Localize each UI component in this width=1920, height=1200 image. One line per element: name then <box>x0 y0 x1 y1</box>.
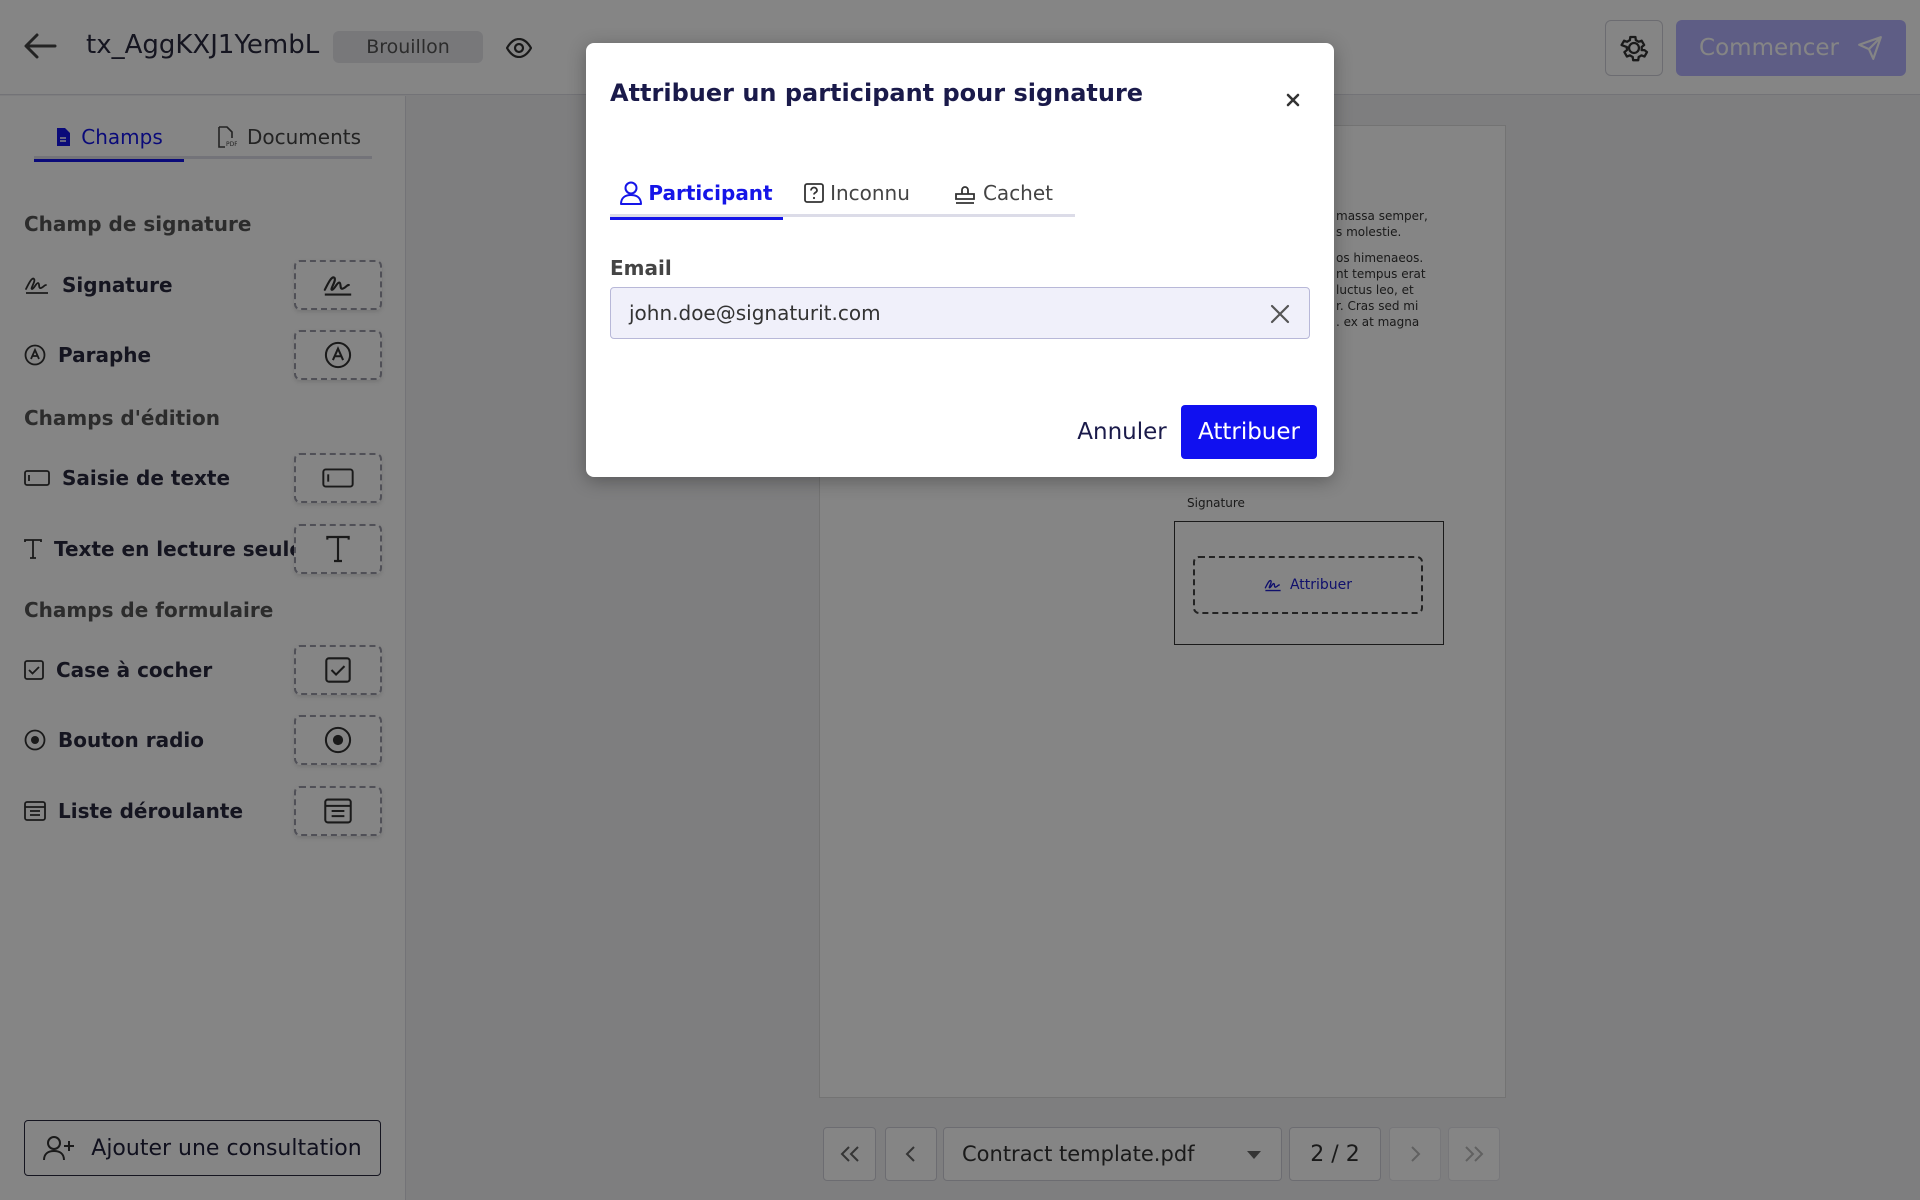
clear-email-button[interactable] <box>1267 301 1293 327</box>
email-label: Email <box>610 256 672 280</box>
close-icon <box>1270 304 1290 324</box>
tab-participant[interactable]: Participant <box>610 169 783 220</box>
tab-stamp[interactable]: Cachet <box>931 169 1075 217</box>
tab-participant-label: Participant <box>648 181 773 205</box>
question-icon <box>804 183 824 203</box>
email-input[interactable]: john.doe@signaturit.com <box>610 287 1310 339</box>
user-icon <box>620 181 643 205</box>
dialog-title: Attribuer un participant pour signature <box>610 79 1144 107</box>
assign-participant-dialog: Attribuer un participant pour signature … <box>586 43 1334 477</box>
tab-unknown[interactable]: Inconnu <box>783 169 931 217</box>
stamp-icon <box>955 186 975 204</box>
participant-type-tabs: Participant Inconnu Cachet <box>610 169 1075 220</box>
assign-button[interactable]: Attribuer <box>1181 405 1317 459</box>
close-icon <box>1286 93 1300 107</box>
cancel-button[interactable]: Annuler <box>1054 405 1190 459</box>
close-button[interactable] <box>1276 83 1310 117</box>
tab-stamp-label: Cachet <box>982 181 1054 205</box>
email-input-value: john.doe@signaturit.com <box>629 301 881 325</box>
tab-unknown-label: Inconnu <box>830 181 910 205</box>
